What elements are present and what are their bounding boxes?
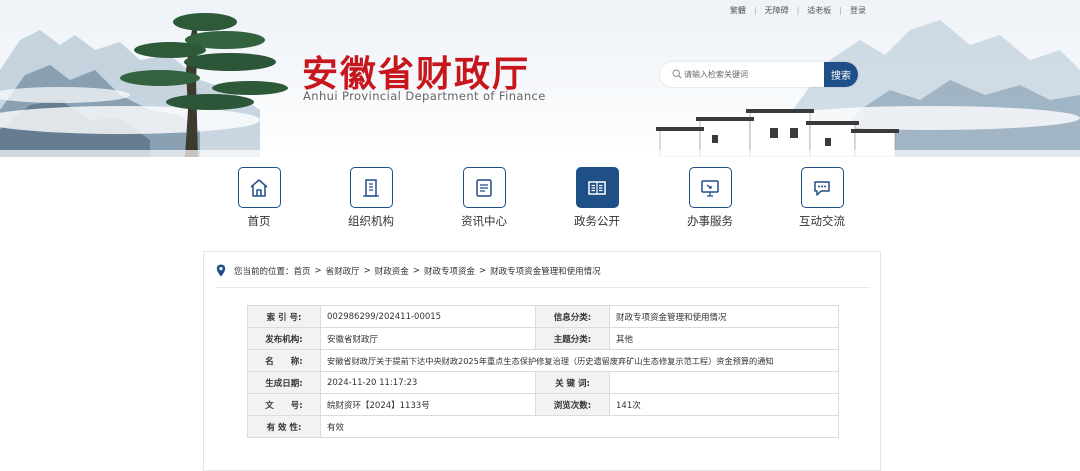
nav-label: 组织机构 [348,214,394,228]
nav-item-interaction[interactable]: 互动交流 [782,167,862,229]
news-icon [462,167,506,208]
table-row: 发布机构: 安徽省财政厅 主题分类: 其他 [247,327,839,350]
date-label: 生成日期: [247,371,321,394]
site-subtitle: Anhui Provincial Department of Finance [303,89,546,103]
nav-item-home[interactable]: 首页 [219,167,299,229]
search-icon [672,69,682,79]
nav-label: 办事服务 [687,214,733,228]
publisher-value: 安徽省财政厅 [320,327,536,350]
table-row: 文 号: 皖财资环【2024】1133号 浏览次数: 141次 [247,393,839,416]
index-label: 索 引 号: [247,305,321,328]
elderly-mode-link[interactable]: 适老板 [799,5,839,16]
nav-label: 互动交流 [799,214,845,228]
location-pin-icon [216,264,226,277]
date-value: 2024-11-20 11:17:23 [320,371,536,394]
index-value: 002986299/202411-00015 [320,305,536,328]
nav-item-organization[interactable]: 组织机构 [331,167,411,229]
landscape-illustration [0,13,1080,157]
breadcrumb: 您当前的位置： 首页 > 省财政厅 > 财政资金 > 财政专项资金 > 财政专项… [216,264,601,277]
content-panel: 您当前的位置： 首页 > 省财政厅 > 财政资金 > 财政专项资金 > 财政专项… [203,251,881,471]
table-row: 有 效 性: 有效 [247,415,839,438]
nav-label: 政务公开 [574,214,620,228]
category-value: 财政专项资金管理和使用情况 [609,305,839,328]
topic-value: 其他 [609,327,839,350]
table-row: 名 称: 安徽省财政厅关于提前下达中央财政2025年重点生态保护修复治理（历史遗… [247,349,839,372]
views-value: 141次 [609,393,839,416]
chat-icon [800,167,844,208]
validity-value: 有效 [320,415,839,438]
breadcrumb-separator: > [314,265,322,276]
top-links: 繁體 | 无障碍 | 适老板 | 登录 [722,5,874,16]
breadcrumb-prefix: 您当前的位置： [234,266,294,277]
document-meta-table: 索 引 号: 002986299/202411-00015 信息分类: 财政专项… [247,305,839,438]
category-label: 信息分类: [535,305,610,328]
topic-label: 主题分类: [535,327,610,350]
breadcrumb-separator: > [363,265,371,276]
name-value: 安徽省财政厅关于提前下达中央财政2025年重点生态保护修复治理（历史遗留废弃矿山… [320,349,839,372]
building-icon [349,167,393,208]
breadcrumb-item-funds[interactable]: 财政资金 [375,265,409,277]
monitor-service-icon [688,167,732,208]
accessibility-link[interactable]: 无障碍 [757,5,797,16]
keywords-label: 关 键 词: [535,371,610,394]
document-number-value: 皖财资环【2024】1133号 [320,393,536,416]
home-icon [237,167,281,208]
nav-item-government-affairs[interactable]: 政务公开 [557,167,637,229]
login-link[interactable]: 登录 [842,5,874,16]
main-nav: 首页 组织机构 资讯中心 政务公开 办事服务 互动交流 [0,157,1080,237]
book-icon [575,167,619,208]
traditional-chinese-link[interactable]: 繁體 [722,5,754,16]
breadcrumb-item-department[interactable]: 省财政厅 [326,265,360,277]
nav-label: 首页 [247,214,271,228]
document-number-label: 文 号: [247,393,321,416]
breadcrumb-separator: > [412,265,420,276]
divider [216,287,870,288]
table-row: 生成日期: 2024-11-20 11:17:23 关 键 词: [247,371,839,394]
validity-label: 有 效 性: [247,415,321,438]
table-row: 索 引 号: 002986299/202411-00015 信息分类: 财政专项… [247,305,839,328]
nav-item-services[interactable]: 办事服务 [670,167,750,229]
breadcrumb-item-special-funds[interactable]: 财政专项资金 [424,265,475,277]
nav-label: 资讯中心 [461,214,507,228]
search-input[interactable] [684,66,824,83]
name-label: 名 称: [247,349,321,372]
nav-item-news[interactable]: 资讯中心 [444,167,524,229]
search-box: 搜索 [660,62,858,87]
breadcrumb-separator: > [478,265,487,276]
breadcrumb-item-current[interactable]: 财政专项资金管理和使用情况 [490,265,601,277]
search-button[interactable]: 搜索 [824,62,858,87]
header-banner: 繁體 | 无障碍 | 适老板 | 登录 安徽省财政厅 Anhui Provinc… [0,0,1080,157]
views-label: 浏览次数: [535,393,610,416]
breadcrumb-item-home[interactable]: 首页 [294,265,311,277]
publisher-label: 发布机构: [247,327,321,350]
keywords-value [609,371,839,394]
